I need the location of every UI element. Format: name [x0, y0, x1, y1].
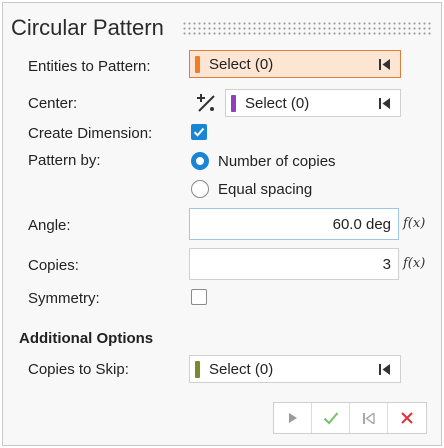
apply-check-icon: [323, 412, 338, 425]
radio-number-of-copies-label: Number of copies: [218, 152, 336, 170]
circular-pattern-panel: Circular Pattern Entities to Pattern: Se…: [2, 2, 442, 446]
create-dimension-checkbox[interactable]: [191, 124, 207, 140]
copies-input[interactable]: 3: [189, 248, 399, 280]
pattern-by-label: Pattern by:: [28, 152, 101, 169]
prev-icon: [362, 412, 375, 424]
radio-number-of-copies[interactable]: Number of copies: [191, 152, 336, 170]
play-icon: [288, 413, 297, 423]
panel-title: Circular Pattern: [11, 15, 164, 40]
center-label: Center:: [28, 95, 78, 112]
radio-button[interactable]: [191, 180, 209, 198]
close-x-icon: [401, 412, 413, 424]
radio-equal-spacing[interactable]: Equal spacing: [191, 180, 312, 198]
drag-grip-icon[interactable]: [181, 21, 433, 35]
play-button[interactable]: [274, 403, 312, 433]
copies-fx-icon[interactable]: f(x): [403, 256, 425, 271]
additional-options-title: Additional Options: [19, 330, 154, 347]
entities-label: Entities to Pattern:: [28, 58, 151, 75]
reset-selection-icon[interactable]: [374, 58, 396, 70]
copies-to-skip-label: Copies to Skip:: [28, 361, 129, 378]
entities-selector-text: Select (0): [209, 55, 274, 73]
close-button[interactable]: [388, 403, 426, 433]
action-button-group: [273, 402, 427, 434]
entities-selector[interactable]: Select (0): [189, 50, 401, 78]
panel-header[interactable]: Circular Pattern: [11, 13, 433, 43]
symmetry-label: Symmetry:: [28, 290, 100, 307]
radio-button-selected[interactable]: [191, 152, 209, 170]
previous-button[interactable]: [350, 403, 388, 433]
radio-equal-spacing-label: Equal spacing: [218, 180, 313, 198]
entities-color-bar: [195, 55, 200, 73]
apply-button[interactable]: [312, 403, 350, 433]
skip-color-bar: [195, 360, 200, 378]
center-selector-text: Select (0): [245, 94, 310, 112]
center-color-bar: [231, 94, 236, 112]
copies-to-skip-selector[interactable]: Select (0): [189, 355, 401, 383]
center-selector[interactable]: Select (0): [225, 89, 401, 117]
checkmark-icon: [193, 127, 205, 137]
create-dimension-label: Create Dimension:: [28, 125, 153, 142]
center-point-icon[interactable]: [195, 92, 217, 114]
symmetry-checkbox[interactable]: [191, 289, 207, 305]
copies-label: Copies:: [28, 257, 79, 274]
skip-selector-text: Select (0): [209, 360, 274, 378]
reset-selection-icon[interactable]: [374, 97, 396, 109]
angle-fx-icon[interactable]: f(x): [403, 216, 425, 231]
angle-label: Angle:: [28, 217, 71, 234]
angle-input[interactable]: 60.0 deg: [189, 208, 399, 240]
reset-selection-icon[interactable]: [374, 363, 396, 375]
